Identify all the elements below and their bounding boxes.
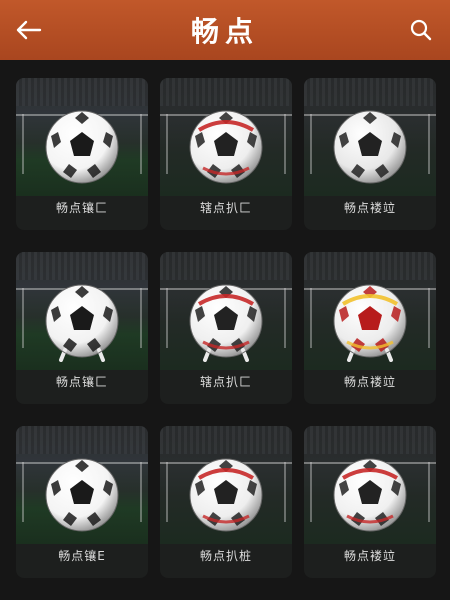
soccer-ball-icon	[41, 106, 123, 192]
soccer-ball-icon	[329, 454, 411, 540]
ball-card[interactable]: 辖点扒匚	[160, 78, 292, 230]
stadium-thumbnail	[16, 426, 148, 544]
stadium-thumbnail	[304, 78, 436, 196]
search-icon	[410, 19, 432, 41]
search-button[interactable]	[406, 16, 436, 44]
stadium-thumbnail	[160, 426, 292, 544]
goal-post	[428, 114, 430, 174]
goal-post	[140, 462, 142, 522]
card-label: 辖点扒匚	[199, 201, 252, 215]
stadium-thumbnail	[16, 78, 148, 196]
soccer-ball-icon	[185, 280, 267, 366]
goal-post	[22, 288, 24, 348]
card-label: 畅点镶匚	[55, 201, 108, 215]
ball-card[interactable]: 畅点扒桩	[160, 426, 292, 578]
soccer-ball-icon	[185, 454, 267, 540]
card-label: 畅点镶匚	[55, 375, 108, 389]
card-label: 畅点褛竝	[343, 201, 396, 215]
stadium-thumbnail	[304, 252, 436, 370]
card-label: 畅点褛竝	[343, 549, 396, 563]
goal-post	[22, 114, 24, 174]
ball-card[interactable]: 畅点褛竝	[304, 252, 436, 404]
soccer-ball-icon	[41, 280, 123, 366]
stadium-thumbnail	[304, 426, 436, 544]
ball-card[interactable]: 畅点镶匚	[16, 78, 148, 230]
goal-post	[166, 114, 168, 174]
goal-post	[428, 288, 430, 348]
goal-post	[284, 114, 286, 174]
arrow-left-icon	[16, 20, 42, 40]
soccer-ball-icon	[185, 106, 267, 192]
goal-post	[166, 462, 168, 522]
ball-card[interactable]: 辖点扒匚	[160, 252, 292, 404]
soccer-ball-icon	[329, 106, 411, 192]
ball-grid: 畅点镶匚 辖点扒匚 畅点褛竝 畅点镶匚 辖点扒匚 畅点褛竝 畅点镶E 畅点扒桩 畅点褛竝	[16, 78, 436, 578]
card-label: 畅点褛竝	[343, 375, 396, 389]
goal-post	[140, 288, 142, 348]
ball-card[interactable]: 畅点褛竝	[304, 78, 436, 230]
back-button[interactable]	[14, 16, 44, 44]
card-label: 畅点扒桩	[199, 549, 252, 563]
goal-post	[22, 462, 24, 522]
card-label: 辖点扒匚	[199, 375, 252, 389]
stadium-thumbnail	[16, 252, 148, 370]
stadium-thumbnail	[160, 78, 292, 196]
soccer-ball-icon	[41, 454, 123, 540]
goal-post	[310, 288, 312, 348]
goal-post	[284, 288, 286, 348]
goal-post	[428, 462, 430, 522]
goal-post	[140, 114, 142, 174]
ball-card[interactable]: 畅点镶匚	[16, 252, 148, 404]
goal-post	[284, 462, 286, 522]
ball-card[interactable]: 畅点镶E	[16, 426, 148, 578]
goal-post	[166, 288, 168, 348]
ball-card[interactable]: 畅点褛竝	[304, 426, 436, 578]
page-title: 畅点	[190, 15, 259, 48]
top-bar: 畅点	[0, 0, 450, 60]
card-label: 畅点镶E	[58, 549, 106, 563]
goal-post	[310, 462, 312, 522]
stadium-thumbnail	[160, 252, 292, 370]
goal-post	[310, 114, 312, 174]
soccer-ball-icon	[329, 280, 411, 366]
